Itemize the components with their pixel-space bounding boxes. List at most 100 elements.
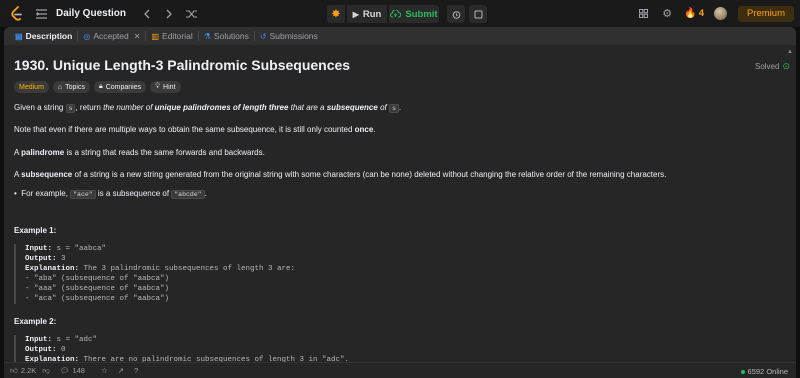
streak-counter[interactable]: 🔥 4 — [684, 8, 704, 19]
description-paragraph: A subsequence of a string is a new strin… — [14, 170, 666, 179]
thumbs-down-icon: 👎︎ — [42, 365, 50, 375]
output-label: Output: — [25, 255, 57, 263]
scroll-up-arrow[interactable]: ▲ — [787, 49, 793, 55]
explanation-line: - "aca" (subsequence of "aabca") — [25, 295, 170, 303]
example-2-block: Input: s = "adc" Output: 0 Explanation: … — [14, 335, 349, 365]
tab-description[interactable]: ▤ Description — [10, 27, 77, 45]
online-status: 6592 Online — [740, 367, 788, 376]
shuffle-icon[interactable] — [184, 7, 198, 21]
inline-code: "ace" — [70, 190, 96, 199]
text-emphasis: subsequence — [21, 170, 73, 179]
prev-problem-icon[interactable] — [140, 7, 154, 21]
hint-button[interactable]: 💡︎ Hint — [150, 81, 181, 93]
text: is a string that reads the same forwards… — [64, 148, 265, 157]
online-count: 6592 Online — [747, 367, 788, 376]
example-bullet: • For example, "ace" is a subsequence of… — [14, 189, 207, 199]
likes-count: 2.2K — [20, 366, 37, 375]
timer-button[interactable] — [447, 5, 465, 23]
description-paragraph: A palindrome is a string that reads the … — [14, 148, 265, 157]
notes-button[interactable] — [469, 5, 487, 23]
settings-gear-icon[interactable]: ⚙ — [660, 7, 674, 21]
play-icon: ▶ — [352, 9, 359, 19]
topics-button[interactable]: ⌂ Topics — [52, 81, 90, 93]
next-problem-icon[interactable] — [162, 7, 176, 21]
explanation-line: - "aba" (subsequence of "aabca") — [25, 275, 170, 283]
run-button[interactable]: ▶ Run — [347, 5, 387, 23]
share-icon: ↗ — [117, 366, 124, 375]
example-1-block: Input: s = "aabca" Output: 3 Explanation… — [14, 244, 295, 304]
problem-title[interactable]: 1930. Unique Length-3 Palindromic Subseq… — [14, 57, 350, 73]
premium-button[interactable]: Premium — [737, 5, 794, 22]
text: is a subsequence of — [95, 189, 172, 198]
description-panel: ▤ Description ◎ Accepted ✕ ▥ Editorial ⚗… — [4, 27, 796, 378]
tab-accepted-label: Accepted — [93, 31, 129, 41]
text: the number of — [103, 103, 155, 112]
user-avatar[interactable] — [713, 7, 727, 20]
run-label: Run — [362, 8, 382, 20]
example-1-title: Example 1: — [14, 226, 57, 235]
debug-button[interactable]: ✸ — [327, 5, 345, 23]
difficulty-badge: Medium — [14, 81, 49, 93]
share-button[interactable]: ↗ — [118, 366, 124, 375]
text: of — [377, 103, 389, 112]
comments-button[interactable]: 💬︎ 148 — [60, 366, 85, 375]
inline-code: s — [388, 104, 399, 113]
explanation-line: - "aaa" (subsequence of "aabca") — [25, 285, 170, 293]
description-icon: ▤ — [15, 31, 23, 41]
tab-submissions[interactable]: ↺ Submissions — [255, 27, 323, 45]
description-paragraph: Note that even if there are multiple way… — [14, 125, 376, 134]
comment-icon: 💬︎ — [59, 366, 70, 375]
example-2-title: Example 2: — [14, 317, 57, 326]
text: . — [204, 189, 207, 198]
output-value: 0 — [56, 346, 66, 354]
submit-button[interactable]: Submit — [389, 5, 439, 23]
thumbs-up-icon: 👍︎ — [10, 365, 18, 375]
layout-grid-icon[interactable] — [636, 7, 650, 21]
input-label: Input: — [25, 245, 53, 253]
tab-editorial[interactable]: ▥ Editorial — [146, 27, 197, 45]
text-emphasis: palindrome — [21, 148, 65, 157]
tab-solutions[interactable]: ⚗ Solutions — [199, 27, 254, 45]
submit-label: Submit — [405, 8, 438, 20]
fire-icon: 🔥 — [684, 8, 697, 19]
companies-label: Companies — [105, 83, 142, 91]
tab-description-label: Description — [25, 31, 73, 41]
tag-icon: ⌂ — [57, 83, 63, 91]
cloud-upload-icon — [390, 10, 402, 18]
dislike-button[interactable]: 👎︎ — [42, 366, 50, 376]
daily-question-title[interactable]: Daily Question — [56, 8, 126, 19]
text: Given a string — [14, 103, 66, 112]
bug-icon: ✸ — [331, 8, 341, 20]
lock-icon: 🔒︎ — [98, 83, 103, 90]
star-icon: ☆ — [100, 366, 108, 375]
problem-tags: Medium ⌂ Topics 🔒︎ Companies 💡︎ Hint — [14, 81, 181, 93]
submissions-icon: ↺ — [259, 31, 267, 41]
text: that are a — [288, 103, 327, 112]
close-tab-icon[interactable]: ✕ — [134, 32, 141, 41]
like-button[interactable]: 👍︎ 2.2K — [10, 366, 36, 376]
check-circle-icon: ⊙ — [782, 61, 790, 71]
text-emphasis: unique palindromes of length three — [154, 103, 289, 112]
explanation-label: Explanation: — [25, 265, 80, 273]
favorite-button[interactable]: ☆ — [101, 366, 108, 375]
lightbulb-icon: 💡︎ — [155, 83, 161, 90]
comments-count: 148 — [72, 366, 85, 375]
help-button[interactable]: ? — [134, 366, 138, 375]
companies-button[interactable]: 🔒︎ Companies — [93, 81, 147, 93]
text: Note that even if there are multiple way… — [14, 125, 355, 134]
online-dot-icon — [740, 369, 745, 374]
leetcode-logo[interactable] — [10, 6, 24, 22]
tab-submissions-label: Submissions — [269, 31, 318, 41]
input-value: s = "adc" — [52, 336, 98, 344]
accepted-icon: ◎ — [83, 31, 91, 41]
problem-list-icon[interactable] — [34, 7, 48, 21]
output-value: 3 — [56, 255, 66, 263]
inline-code: s — [65, 104, 76, 113]
tab-accepted[interactable]: ◎ Accepted ✕ — [78, 27, 145, 45]
description-paragraph: Given a string s, return the number of u… — [14, 103, 401, 113]
tab-solutions-label: Solutions — [213, 31, 249, 41]
top-nav: Daily Question ✸ ▶ Run Submit ⚙ 🔥 4 Prem… — [0, 0, 800, 27]
solved-status: Solved ⊙ — [755, 61, 790, 72]
output-label: Output: — [25, 346, 57, 354]
topics-label: Topics — [65, 83, 85, 91]
